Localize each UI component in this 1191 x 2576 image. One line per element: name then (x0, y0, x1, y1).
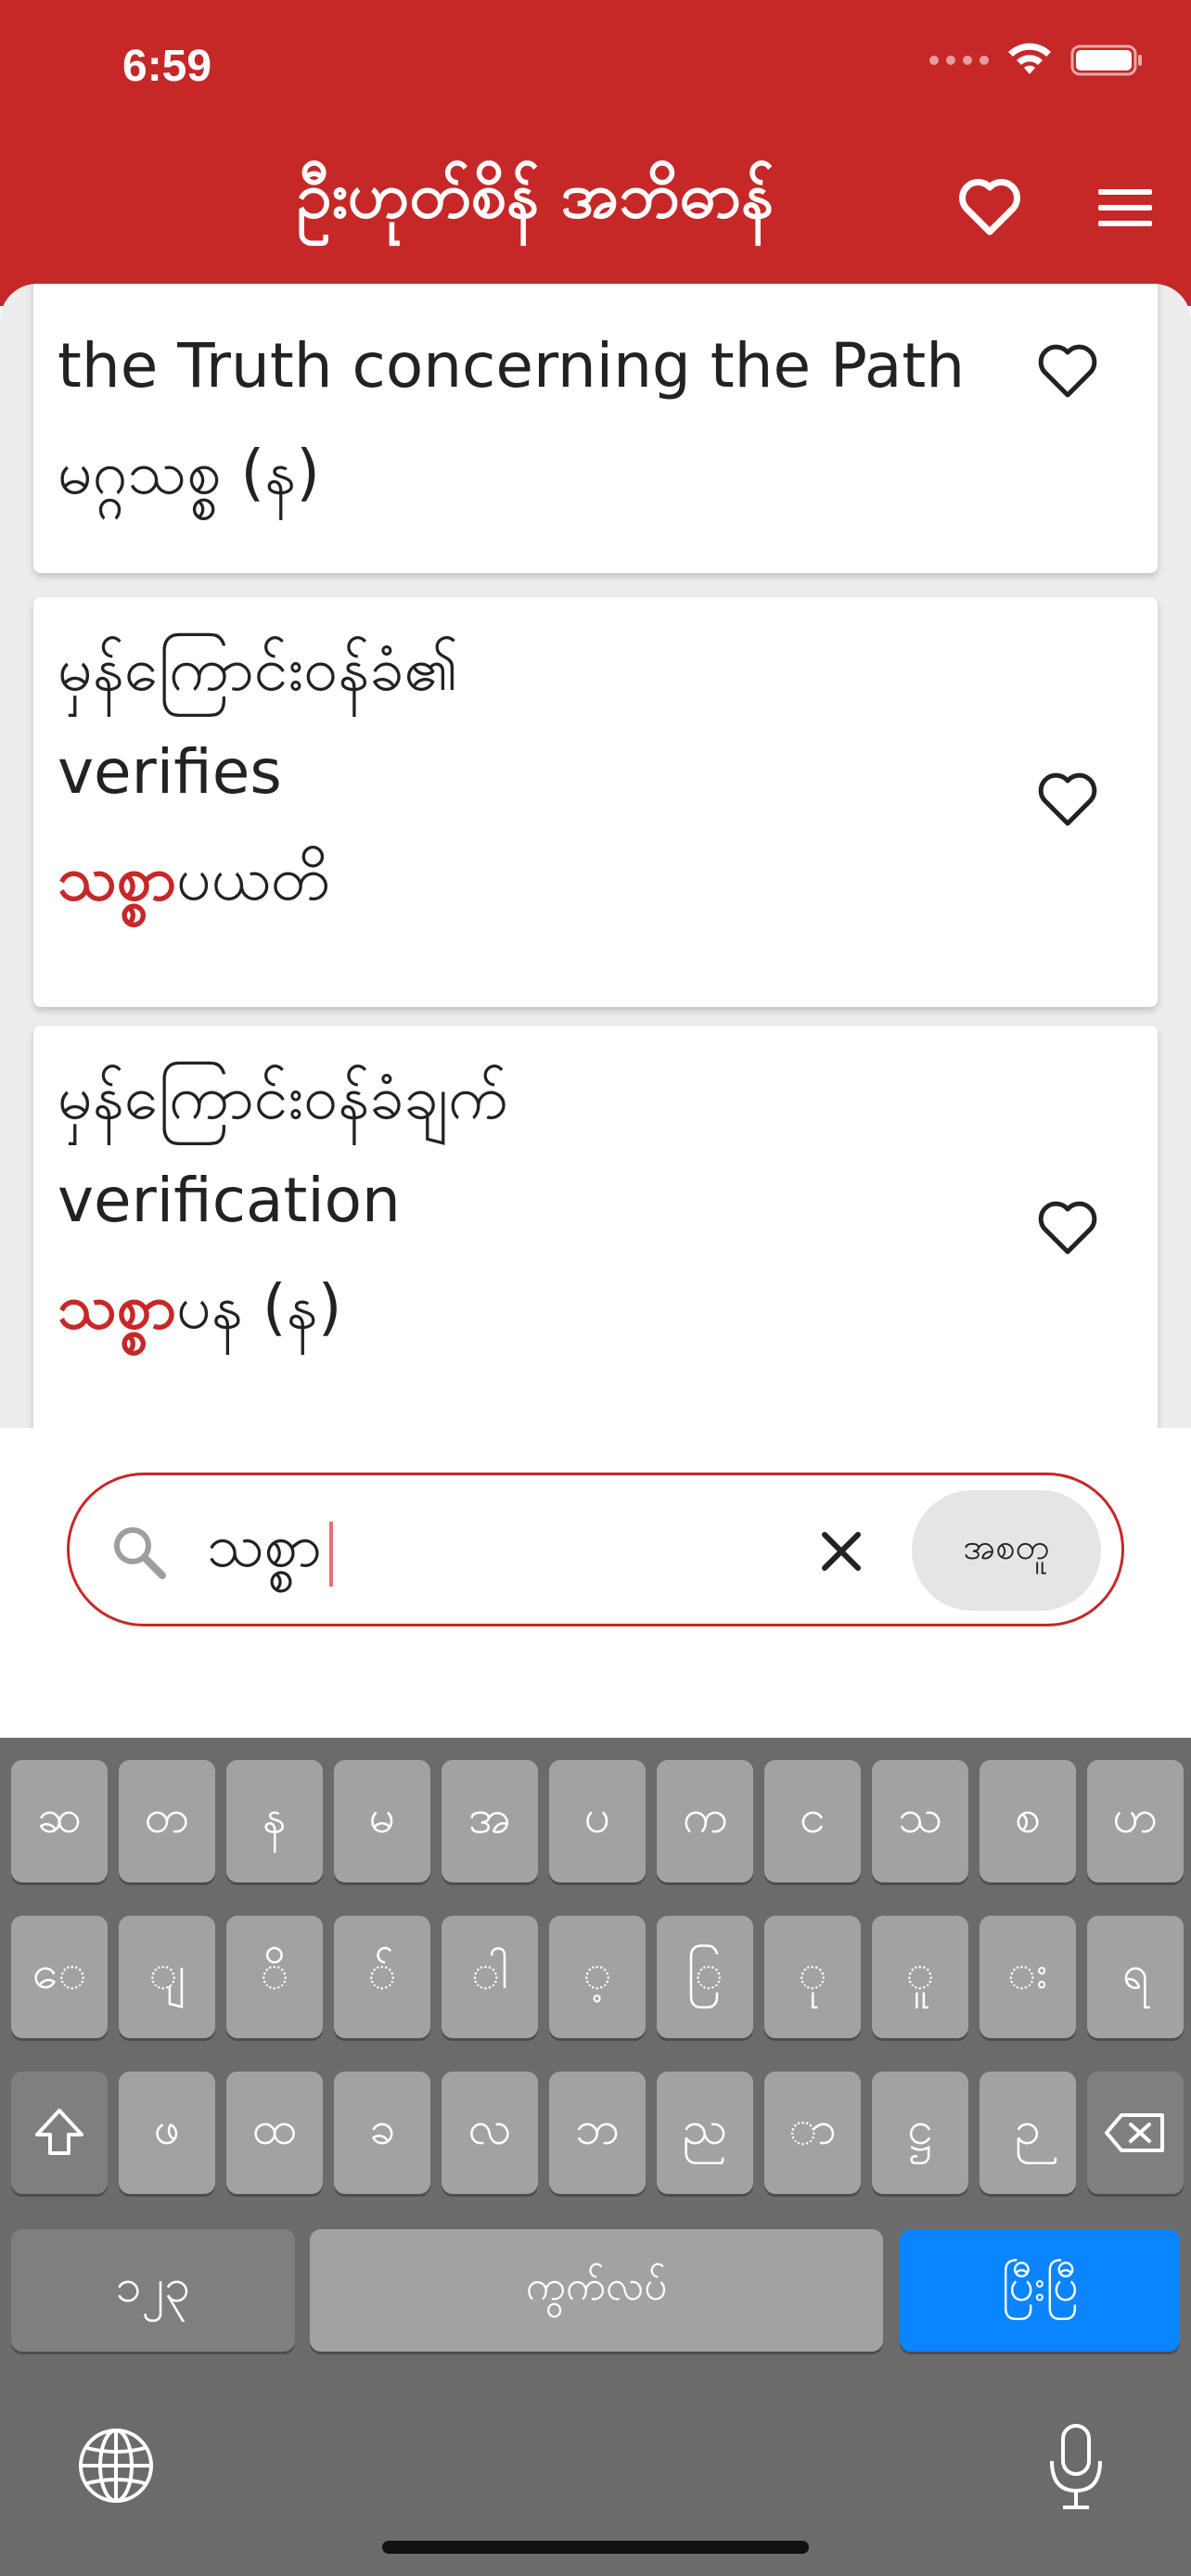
key[interactable]: း (980, 1916, 1076, 2038)
key[interactable]: ဘ (549, 2072, 646, 2194)
page-title: ဦးဟုတ်စိန် အဘိဓာန် (297, 159, 775, 233)
result-card[interactable]: the Truth concerning the Path မဂ္ဂသစ္စ (… (33, 284, 1158, 573)
search-match: သစ္စာ (58, 1271, 177, 1343)
search-box[interactable]: အစတူ (67, 1473, 1124, 1626)
microphone-icon[interactable] (1039, 2420, 1113, 2513)
done-key[interactable]: ပြီးပြီ (900, 2229, 1180, 2352)
key[interactable]: ာ (764, 2072, 861, 2194)
battery-icon (1070, 45, 1142, 76)
entry-myanmar: မှန်ကြောင်းဝန်ခံချက် (58, 1062, 508, 1133)
entry-english: the Truth concerning the Path (58, 330, 966, 402)
key[interactable]: င (764, 1760, 861, 1882)
entry-pali-rest: ပယတိ (176, 843, 331, 914)
entry-english: verifies (58, 736, 282, 808)
entry-myanmar: မှန်ကြောင်းဝန်ခံ၏ (58, 633, 459, 705)
result-card[interactable]: မှန်ကြောင်းဝန်ခံ၏ verifies သစ္စာပယတိ (33, 597, 1158, 1007)
key[interactable]: လ (442, 2072, 538, 2194)
key[interactable]: ဋ္ဌ (872, 2072, 968, 2194)
search-input[interactable] (207, 1511, 763, 1594)
entry-pali-rest: ပန (န) (176, 1271, 342, 1343)
search-area: အစတူ (0, 1428, 1191, 1738)
favorites-button[interactable] (955, 172, 1024, 241)
wifi-icon (1008, 43, 1051, 74)
backspace-icon (1105, 2113, 1164, 2152)
key[interactable]: န (226, 1760, 323, 1882)
results-list[interactable]: the Truth concerning the Path မဂ္ဂသစ္စ (… (0, 284, 1191, 1428)
starts-with-toggle[interactable]: အစတူ (912, 1490, 1101, 1611)
status-icons (929, 43, 1145, 78)
entry-pali: သစ္စာပယတိ (58, 840, 330, 930)
status-time: 6:59 (122, 42, 212, 91)
key[interactable]: ် (334, 1916, 430, 2038)
search-icon (114, 1527, 166, 1579)
menu-button[interactable] (1095, 182, 1156, 234)
favorite-heart-icon[interactable] (1035, 1198, 1100, 1257)
text-caret (329, 1522, 333, 1587)
key[interactable]: ါ (442, 1916, 538, 2038)
key[interactable]: ခ (334, 2072, 430, 2194)
clear-search-button[interactable] (812, 1522, 871, 1581)
result-card[interactable]: မှန်ကြောင်းဝန်ခံချက် verification သစ္စာပ… (33, 1026, 1158, 1428)
key[interactable]: ဉ (980, 2072, 1076, 2194)
entry-pali: သစ္စာပန (န) (58, 1269, 342, 1358)
search-match: သစ္စာ (58, 843, 177, 914)
entry-english: verification (58, 1165, 401, 1236)
key[interactable]: အ (442, 1760, 538, 1882)
key[interactable]: ည (657, 2072, 753, 2194)
key[interactable]: ့ (549, 1916, 646, 2038)
home-indicator (382, 2541, 809, 2554)
shift-key[interactable] (11, 2072, 108, 2194)
key[interactable]: ု (764, 1916, 861, 2038)
numbers-key[interactable]: ၁၂၃ (11, 2229, 295, 2352)
favorite-heart-icon[interactable] (1035, 770, 1100, 829)
shift-icon (35, 2109, 83, 2155)
key[interactable]: ဆ (11, 1760, 108, 1882)
key[interactable]: ူ (872, 1916, 968, 2038)
key[interactable]: တ (119, 1760, 215, 1882)
globe-icon[interactable] (74, 2424, 158, 2507)
space-key[interactable]: ကွက်လပ် (310, 2229, 883, 2352)
key[interactable]: ဟ (1087, 1760, 1184, 1882)
key[interactable]: ရ (1087, 1916, 1184, 2038)
key[interactable]: က (657, 1760, 753, 1882)
key[interactable]: စ (980, 1760, 1076, 1882)
key[interactable]: ျ (119, 1916, 215, 2038)
key[interactable]: မ (334, 1760, 430, 1882)
backspace-key[interactable] (1087, 2072, 1184, 2194)
favorite-heart-icon[interactable] (1035, 341, 1100, 401)
key[interactable]: ထ (226, 2072, 323, 2194)
signal-icon (929, 56, 989, 65)
key[interactable]: ေ (11, 1916, 108, 2038)
key[interactable]: ဖ (119, 2072, 215, 2194)
key[interactable]: ြ (657, 1916, 753, 2038)
app-header: 6:59 ဦးဟုတ်စိန် အဘိဓာန် (0, 0, 1191, 306)
keyboard: ဆ တ န မ အ ပ က င သ စ ဟ ေ ျ ိ ် ါ ့ ြ ု ူ … (0, 1738, 1191, 2576)
entry-myanmar: မဂ္ဂသစ္စ (န) (58, 437, 320, 508)
key[interactable]: ပ (549, 1760, 646, 1882)
key[interactable]: ိ (226, 1916, 323, 2038)
key[interactable]: သ (872, 1760, 968, 1882)
